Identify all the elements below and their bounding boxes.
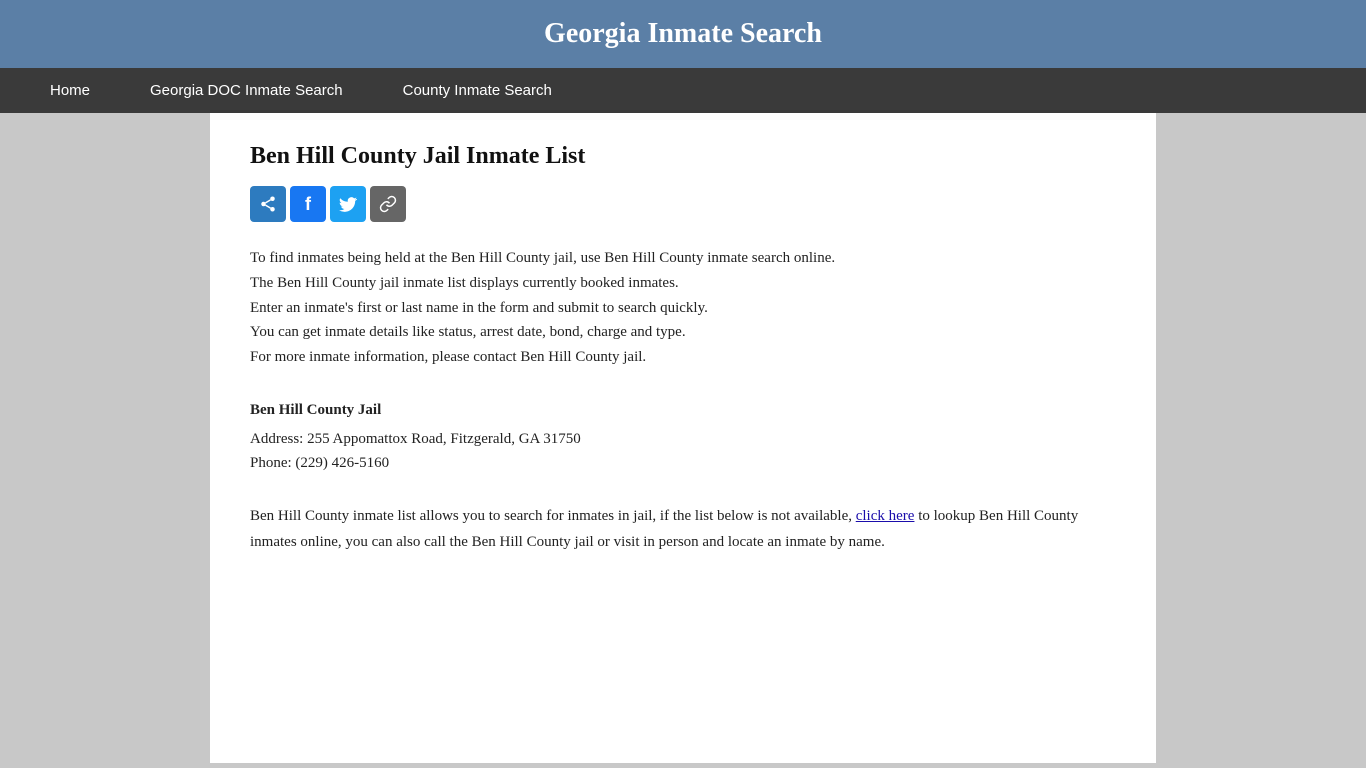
- share-buttons: f: [250, 186, 1116, 222]
- site-header: Georgia Inmate Search: [0, 0, 1366, 68]
- click-here-link[interactable]: click here: [856, 508, 915, 524]
- description-block: To find inmates being held at the Ben Hi…: [250, 246, 1116, 370]
- jail-phone: Phone: (229) 426-5160: [250, 451, 1116, 476]
- link-icon: [379, 195, 397, 213]
- nav-doc-search[interactable]: Georgia DOC Inmate Search: [120, 68, 373, 113]
- jail-info-title: Ben Hill County Jail: [250, 398, 1116, 423]
- nav-county-search[interactable]: County Inmate Search: [373, 68, 582, 113]
- facebook-icon: f: [305, 194, 311, 215]
- jail-info: Ben Hill County Jail Address: 255 Appoma…: [250, 398, 1116, 476]
- main-nav: Home Georgia DOC Inmate Search County In…: [0, 68, 1366, 113]
- share-button-share[interactable]: [250, 186, 286, 222]
- nav-home[interactable]: Home: [20, 68, 120, 113]
- app-wrapper: Georgia Inmate Search Home Georgia DOC I…: [0, 0, 1366, 768]
- share-button-facebook[interactable]: f: [290, 186, 326, 222]
- content-outer: Ben Hill County Jail Inmate List f: [0, 113, 1366, 763]
- share-button-twitter[interactable]: [330, 186, 366, 222]
- share-button-link[interactable]: [370, 186, 406, 222]
- bottom-text-before-link: Ben Hill County inmate list allows you t…: [250, 508, 852, 524]
- site-title: Georgia Inmate Search: [20, 18, 1346, 50]
- share-icon: [259, 195, 277, 213]
- description-line-2: The Ben Hill County jail inmate list dis…: [250, 271, 1116, 296]
- description-line-5: For more inmate information, please cont…: [250, 345, 1116, 370]
- twitter-icon: [339, 197, 357, 212]
- page-heading: Ben Hill County Jail Inmate List: [250, 143, 1116, 170]
- content-inner: Ben Hill County Jail Inmate List f: [210, 113, 1156, 763]
- jail-address: Address: 255 Appomattox Road, Fitzgerald…: [250, 427, 1116, 452]
- description-line-1: To find inmates being held at the Ben Hi…: [250, 246, 1116, 271]
- description-line-3: Enter an inmate's first or last name in …: [250, 296, 1116, 321]
- description-line-4: You can get inmate details like status, …: [250, 320, 1116, 345]
- bottom-paragraph: Ben Hill County inmate list allows you t…: [250, 504, 1116, 555]
